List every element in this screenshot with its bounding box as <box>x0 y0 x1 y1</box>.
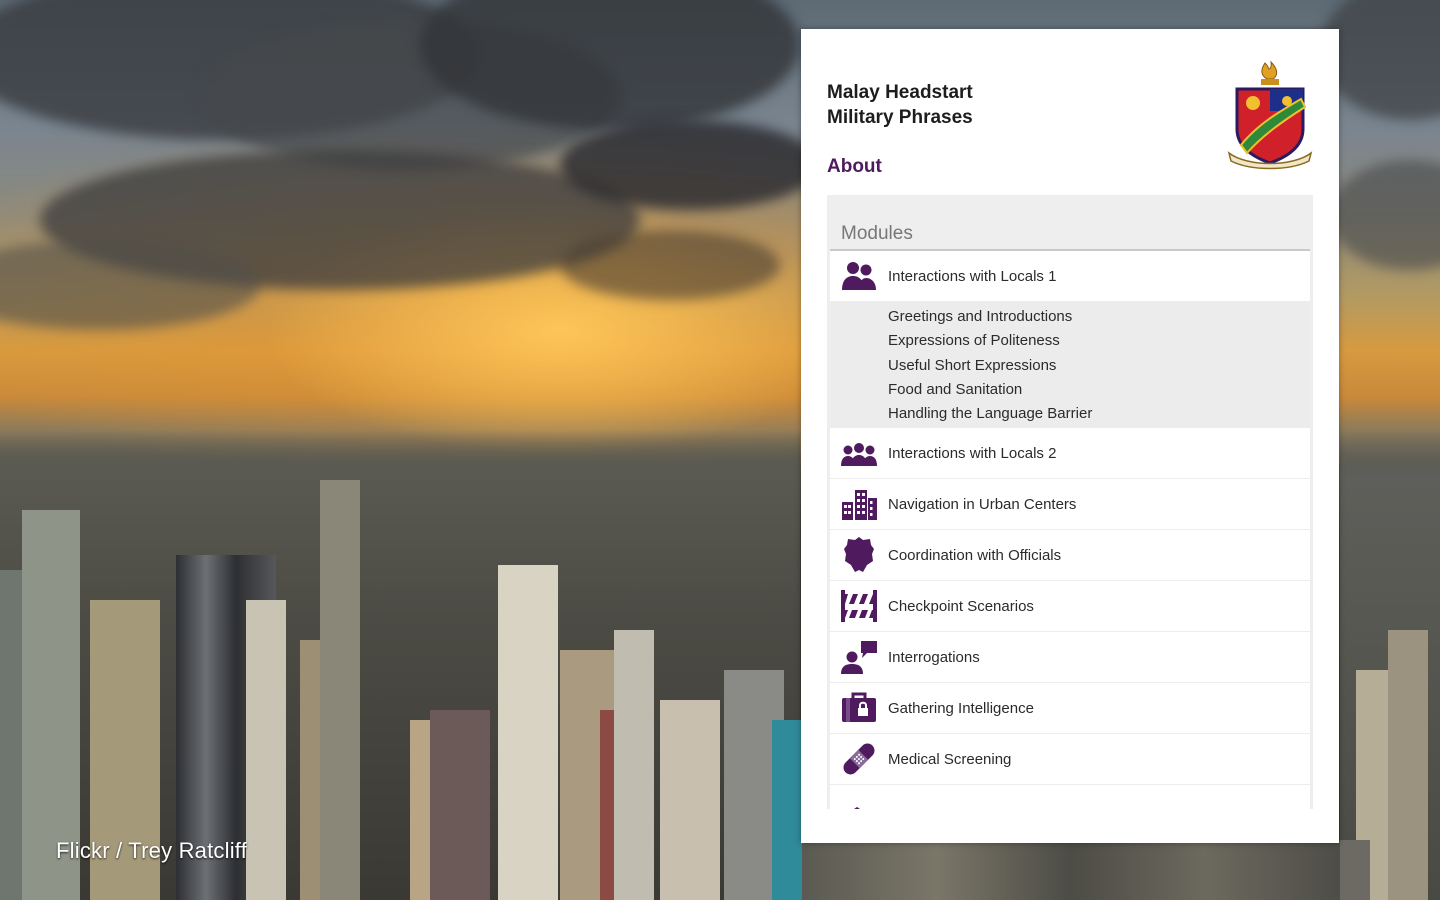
two-people-icon <box>830 251 888 302</box>
module-interrogations[interactable]: Interrogations <box>830 632 1310 684</box>
about-link[interactable]: About <box>827 156 882 178</box>
app-title-line1: Malay Headstart <box>827 82 973 103</box>
main-panel: Malay Headstart Military Phrases About M… <box>801 29 1339 843</box>
module-partial-next[interactable] <box>830 785 1310 809</box>
dli-crest-logo <box>1227 60 1313 170</box>
module-label: Gathering Intelligence <box>888 699 1034 717</box>
app-title-line2: Military Phrases <box>827 107 973 128</box>
modules-panel: Modules Interactions with Locals 1 Greet… <box>827 195 1313 809</box>
module-sublist: Greetings and Introductions Expressions … <box>830 302 1310 429</box>
police-badge-icon <box>830 530 888 581</box>
module-checkpoint-scenarios[interactable]: Checkpoint Scenarios <box>830 581 1310 633</box>
module-medical-screening[interactable]: Medical Screening <box>830 734 1310 786</box>
buildings-icon <box>830 479 888 530</box>
barrier-icon <box>830 581 888 632</box>
module-interactions-locals-1[interactable]: Interactions with Locals 1 <box>830 251 1310 302</box>
speech-person-icon <box>830 632 888 683</box>
module-label: Interactions with Locals 1 <box>888 267 1057 285</box>
partial-module-icon <box>830 785 888 809</box>
photo-credit: Flickr / Trey Ratcliff <box>56 838 248 863</box>
lesson-item[interactable]: Food and Sanitation <box>888 378 1310 402</box>
module-navigation-urban[interactable]: Navigation in Urban Centers <box>830 479 1310 531</box>
module-label: Medical Screening <box>888 750 1012 768</box>
module-label: Navigation in Urban Centers <box>888 495 1077 513</box>
module-label: Coordination with Officials <box>888 546 1062 564</box>
lesson-item[interactable]: Handling the Language Barrier <box>888 402 1310 426</box>
module-coordination-officials[interactable]: Coordination with Officials <box>830 530 1310 582</box>
lesson-item[interactable]: Useful Short Expressions <box>888 354 1310 378</box>
module-label: Interrogations <box>888 648 980 666</box>
briefcase-lock-icon <box>830 683 888 734</box>
app-title: Malay Headstart Military Phrases <box>827 80 1127 130</box>
lesson-item[interactable]: Greetings and Introductions <box>888 305 1310 329</box>
modules-header: Modules <box>830 195 1310 251</box>
module-list[interactable]: Interactions with Locals 1 Greetings and… <box>830 251 1310 809</box>
module-label: Interactions with Locals 2 <box>888 444 1057 462</box>
group-people-icon <box>830 428 888 479</box>
bandage-icon <box>830 734 888 785</box>
module-gathering-intelligence[interactable]: Gathering Intelligence <box>830 683 1310 735</box>
module-label: Checkpoint Scenarios <box>888 597 1034 615</box>
module-interactions-locals-2[interactable]: Interactions with Locals 2 <box>830 428 1310 480</box>
lesson-item[interactable]: Expressions of Politeness <box>888 329 1310 353</box>
